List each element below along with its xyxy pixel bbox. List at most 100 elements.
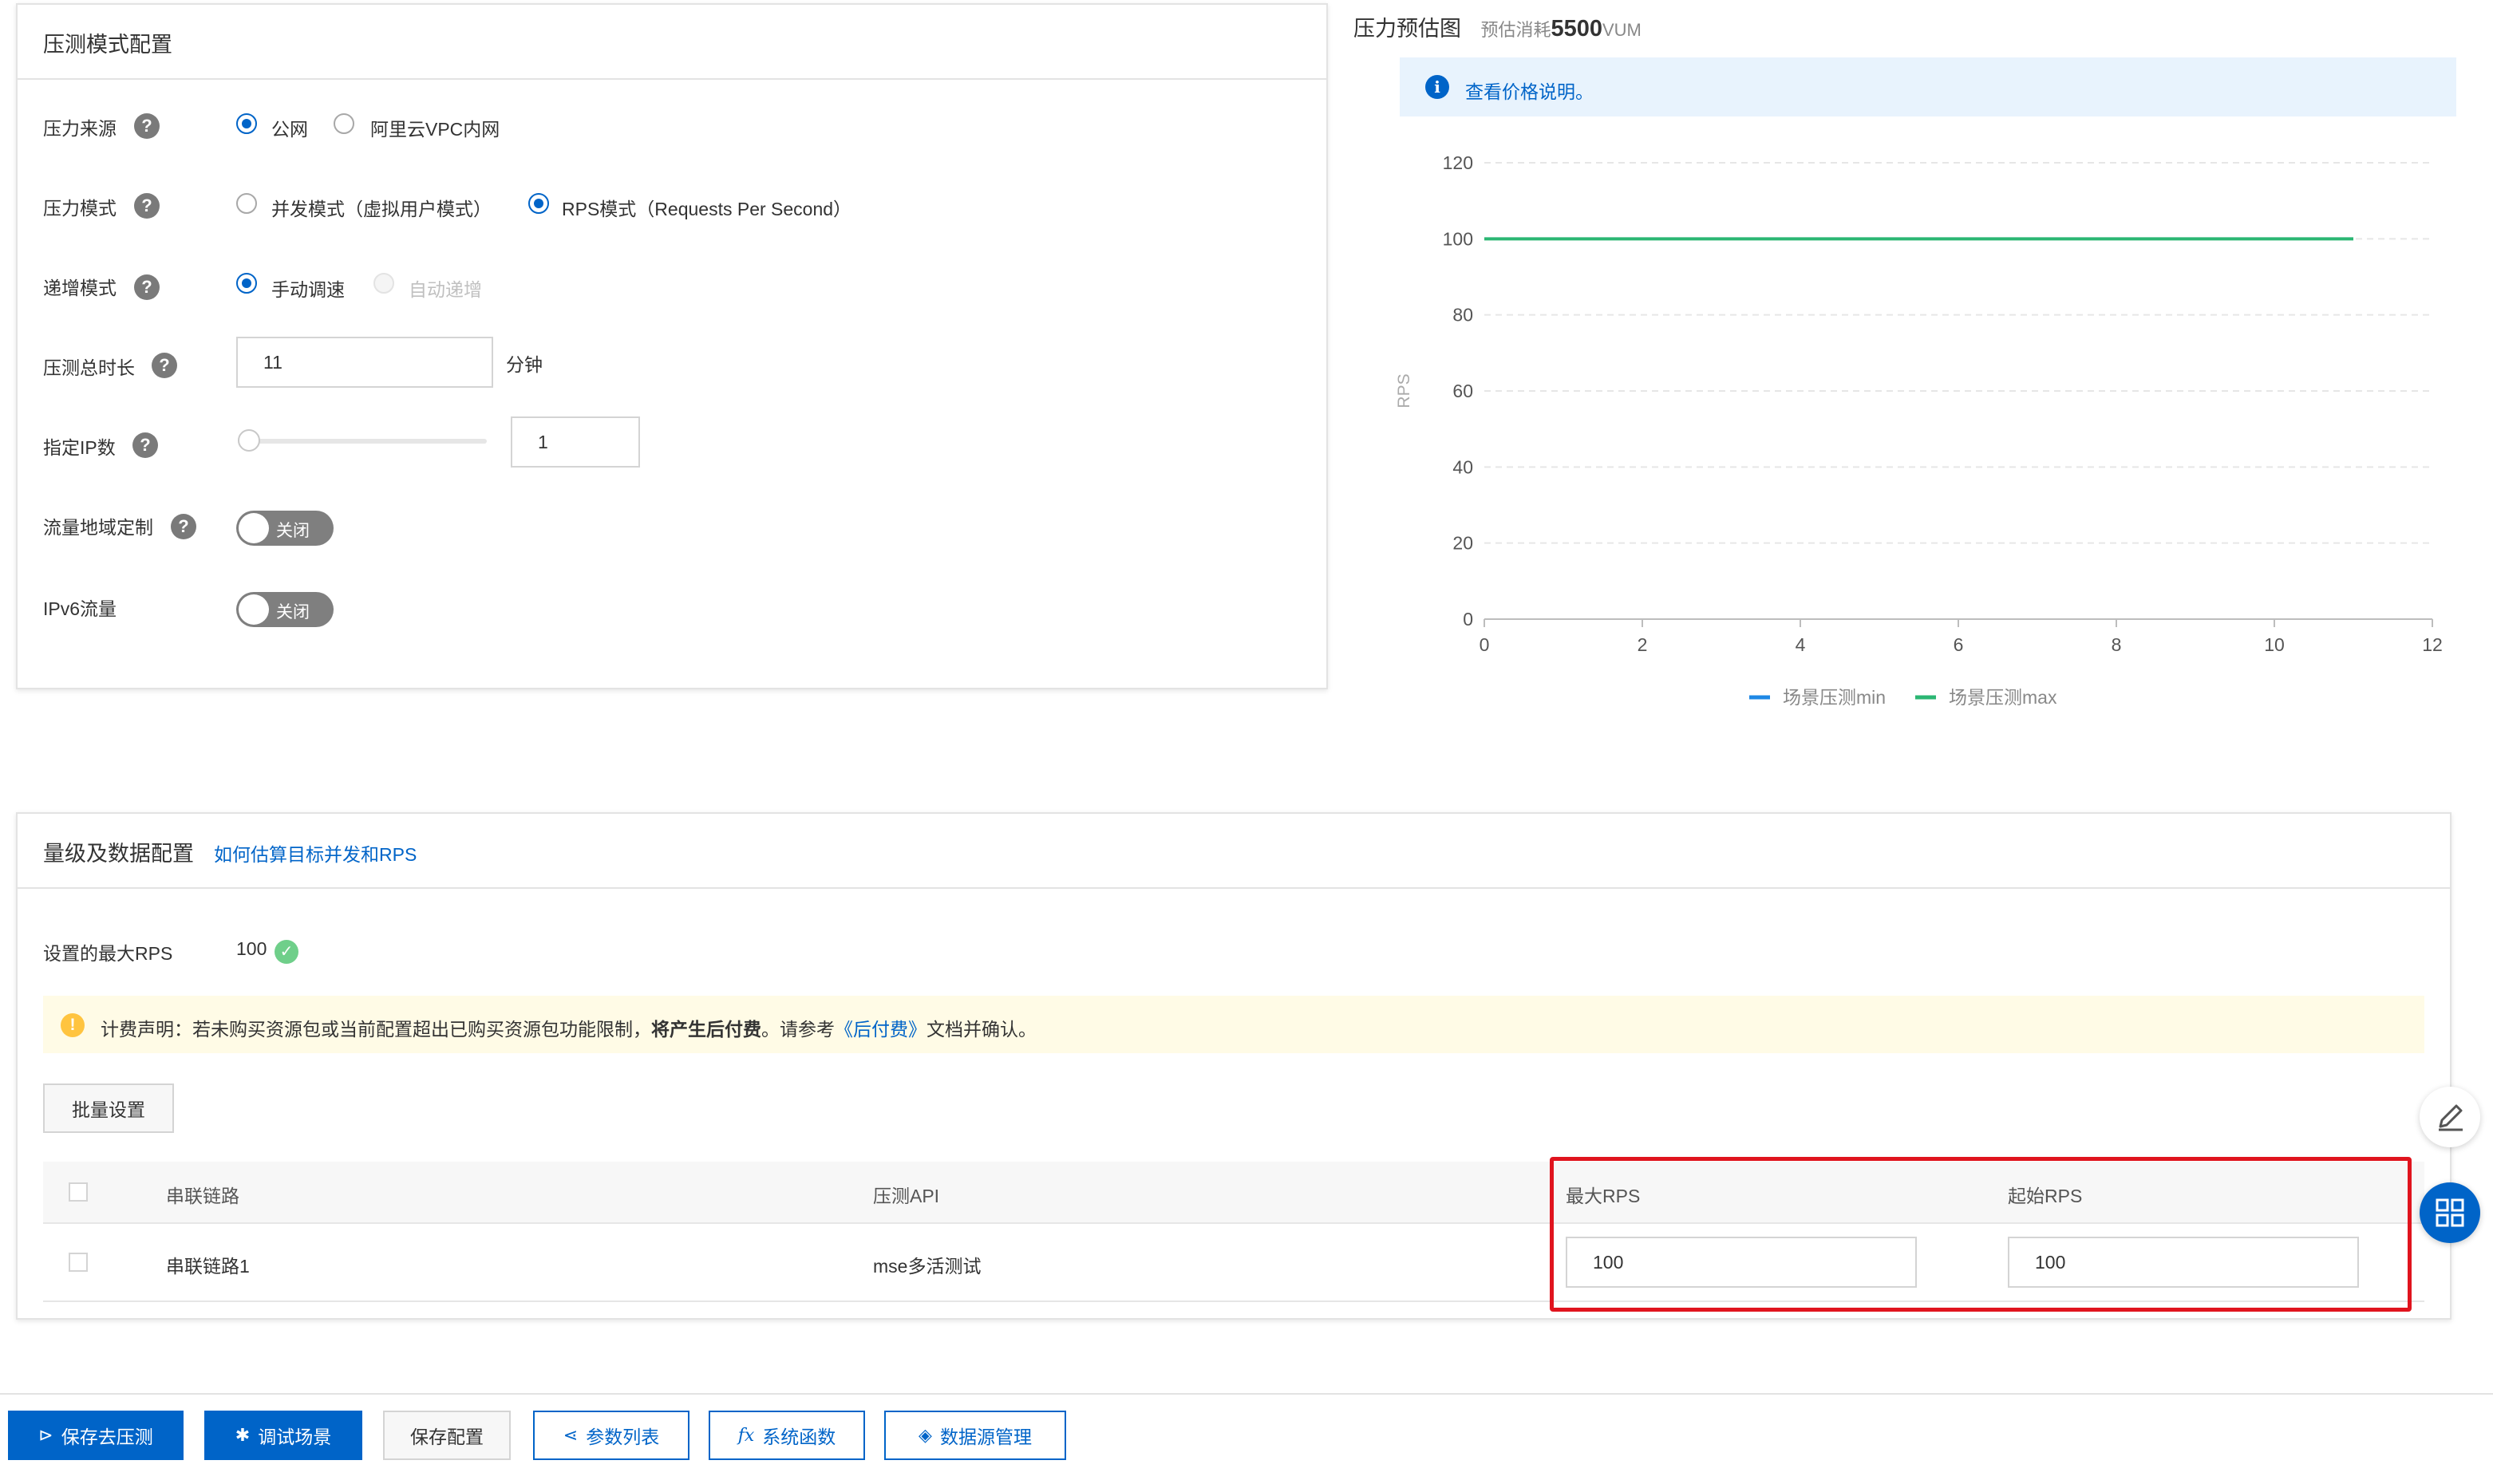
row-link: 串联链路1 — [166, 1256, 250, 1277]
volume-config-title: 量级及数据配置 — [43, 842, 194, 866]
save-and-test-button[interactable]: ⊳ 保存去压测 — [8, 1411, 184, 1460]
x-tick-label: 6 — [1954, 634, 1964, 655]
toggle-state: 关闭 — [276, 522, 310, 540]
forecast-title: 压力预估图 — [1353, 17, 1461, 41]
billing-notice-text: 计费声明：若未购买资源包或当前配置超出已购买资源包功能限制，将产生后付费。请参考… — [101, 1014, 1037, 1041]
save-config-button[interactable]: 保存配置 — [383, 1411, 511, 1460]
warning-icon: ! — [61, 1013, 85, 1037]
legend-label: 场景压测min — [1783, 687, 1886, 708]
pressure-mode-help-icon[interactable]: ? — [134, 193, 160, 219]
header-link: 串联链路 — [166, 1186, 239, 1206]
billing-notice: ! 计费声明：若未购买资源包或当前配置超出已购买资源包功能限制，将产生后付费。请… — [43, 996, 2424, 1053]
notice-prefix: 计费声明：若未购买资源包或当前配置超出已购买资源包功能限制， — [101, 1019, 651, 1040]
y-axis-label: RPS — [1395, 373, 1413, 408]
toggle-knob — [239, 513, 269, 543]
y-tick-label: 120 — [1443, 152, 1473, 173]
pencil-icon — [2439, 1104, 2463, 1131]
source-public-option[interactable]: 公网 — [271, 114, 308, 141]
cost-unit: VUM — [1602, 20, 1642, 40]
legend-label: 场景压测max — [1949, 687, 2057, 708]
header-api: 压测API — [873, 1186, 940, 1206]
concurrent-mode-option[interactable]: 并发模式（虚拟用户模式） — [271, 194, 492, 221]
rps-mode-option[interactable]: RPS模式（Requests Per Second） — [562, 194, 851, 221]
cube-icon: ◈ — [919, 1425, 932, 1445]
ip-count-help-icon[interactable]: ? — [132, 432, 158, 458]
y-tick-label: 100 — [1443, 228, 1473, 249]
y-tick-label: 40 — [1452, 456, 1473, 477]
share-nodes-icon: ⋖ — [563, 1425, 579, 1445]
duration-help-icon[interactable]: ? — [152, 353, 177, 378]
manual-speed-option[interactable]: 手动调速 — [271, 274, 345, 302]
ipv6-label: IPv6流量 — [43, 598, 117, 619]
source-label: 压力来源 — [43, 118, 117, 139]
ipv6-toggle[interactable]: 关闭 — [236, 592, 334, 627]
y-tick-label: 80 — [1452, 305, 1473, 326]
batch-settings-button[interactable]: 批量设置 — [43, 1083, 174, 1133]
row-api: mse多活测试 — [873, 1256, 982, 1277]
system-functions-button[interactable]: fx 系统函数 — [709, 1411, 865, 1460]
edit-fab[interactable] — [2420, 1087, 2480, 1147]
postpaid-doc-link[interactable]: 《后付费》 — [835, 1019, 926, 1040]
x-tick-label: 12 — [2422, 634, 2443, 655]
price-link[interactable]: 查看价格说明。 — [1465, 77, 1594, 104]
x-tick-label: 8 — [2112, 634, 2122, 655]
play-circle-icon: ⊳ — [38, 1425, 53, 1445]
select-all-checkbox[interactable] — [69, 1182, 88, 1202]
ip-count-input[interactable]: 1 — [511, 416, 640, 468]
source-public-radio[interactable] — [236, 113, 257, 134]
ramp-mode-help-icon[interactable]: ? — [134, 274, 160, 300]
datasource-manage-label: 数据源管理 — [939, 1427, 1032, 1447]
footer-divider — [0, 1393, 2493, 1395]
debug-scene-button[interactable]: ✱ 调试场景 — [204, 1411, 362, 1460]
toggle-knob — [239, 594, 269, 625]
duration-label: 压测总时长 — [43, 357, 135, 378]
system-functions-label: 系统函数 — [762, 1427, 836, 1447]
check-icon: ✓ — [275, 940, 298, 964]
forecast-header: 压力预估图 预估消耗5500VUM — [1353, 11, 1642, 42]
volume-config-header: 量级及数据配置 如何估算目标并发和RPS — [18, 814, 2450, 889]
ramp-mode-label: 递增模式 — [43, 278, 117, 298]
datasource-manage-button[interactable]: ◈ 数据源管理 — [884, 1411, 1066, 1460]
region-custom-help-icon[interactable]: ? — [171, 514, 196, 539]
x-tick-label: 2 — [1638, 634, 1648, 655]
grid-fab[interactable] — [2420, 1182, 2480, 1243]
auto-ramp-option: 自动递增 — [409, 279, 482, 300]
ip-count-slider-track[interactable] — [247, 439, 487, 444]
mode-config-panel: 压测模式配置 压力来源 ? 公网 阿里云VPC内网 压力模式 ? 并发模式（虚拟… — [16, 3, 1328, 689]
source-vpc-option[interactable]: 阿里云VPC内网 — [370, 114, 500, 141]
notice-bold: 将产生后付费 — [651, 1019, 761, 1040]
param-list-button[interactable]: ⋖ 参数列表 — [533, 1411, 689, 1460]
auto-ramp-radio — [373, 273, 394, 294]
forecast-chart: 0 20 40 60 80 100 120 0 2 4 6 8 10 12 RPS 场景压测min 场景压测m… — [1395, 152, 2443, 708]
mode-config-header: 压测模式配置 — [18, 5, 1326, 80]
info-icon: i — [1425, 75, 1449, 99]
x-tick-label: 4 — [1796, 634, 1806, 655]
source-vpc-radio[interactable] — [334, 113, 354, 134]
duration-input[interactable]: 11 — [236, 337, 493, 388]
region-custom-label: 流量地域定制 — [43, 517, 153, 538]
cost-prefix: 预估消耗 — [1480, 20, 1551, 40]
grid-icon — [2436, 1198, 2464, 1227]
notice-middle: 。请参考 — [761, 1019, 835, 1040]
manual-speed-radio[interactable] — [236, 273, 257, 294]
bug-icon: ✱ — [235, 1425, 251, 1445]
concurrent-mode-radio[interactable] — [236, 193, 257, 214]
duration-unit: 分钟 — [506, 354, 543, 375]
source-help-icon[interactable]: ? — [134, 113, 160, 139]
max-rps-value: 100 — [236, 938, 267, 959]
rps-mode-radio[interactable] — [528, 193, 549, 214]
estimate-help-link[interactable]: 如何估算目标并发和RPS — [214, 839, 417, 866]
x-tick-label: 10 — [2264, 634, 2285, 655]
y-tick-label: 60 — [1452, 381, 1473, 401]
ip-count-slider-handle[interactable] — [238, 429, 260, 452]
fx-icon: fx — [737, 1425, 755, 1446]
region-custom-toggle[interactable]: 关闭 — [236, 511, 334, 546]
y-tick-label: 0 — [1463, 609, 1473, 630]
rps-highlight-box — [1550, 1157, 2412, 1312]
param-list-label: 参数列表 — [586, 1427, 660, 1447]
row-checkbox[interactable] — [69, 1253, 88, 1272]
y-tick-label: 20 — [1452, 533, 1473, 554]
debug-scene-label: 调试场景 — [258, 1427, 332, 1447]
ip-count-label: 指定IP数 — [43, 437, 116, 458]
price-info-banner: i 查看价格说明。 — [1400, 57, 2456, 116]
